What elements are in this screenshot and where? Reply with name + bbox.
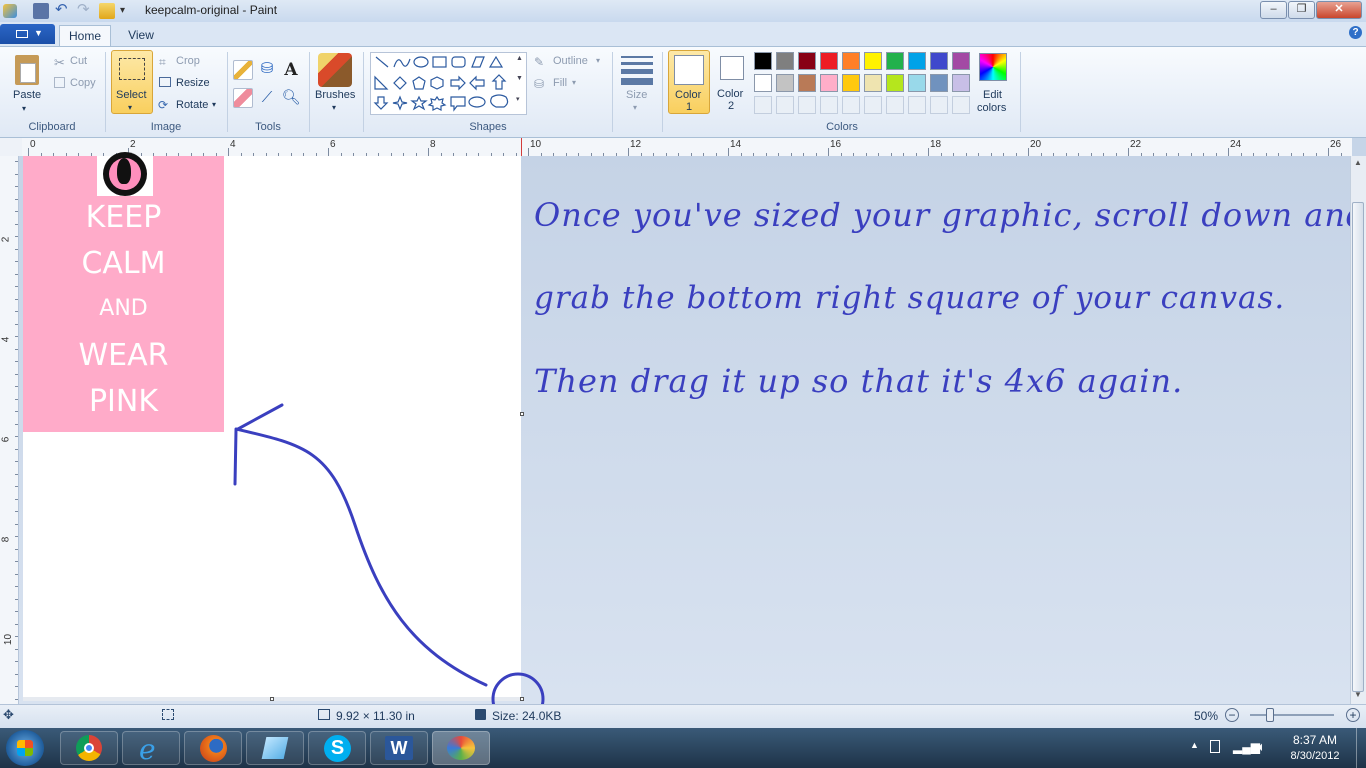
file-size-icon (475, 709, 486, 720)
volume-icon[interactable]: 🔈︎ (1258, 739, 1266, 755)
annotation-line-2: grab the bottom right square of your can… (534, 280, 1286, 316)
firefox-icon (200, 735, 227, 762)
start-button[interactable] (6, 730, 44, 766)
canvas-dimensions: 9.92 × 11.30 in (336, 709, 415, 723)
zoom-level: 50% (1194, 709, 1219, 723)
canvas-size-icon (318, 709, 330, 720)
chrome-icon (76, 735, 102, 761)
paint-icon (447, 736, 475, 760)
taskbar-word[interactable]: W (370, 731, 428, 765)
taskbar-internet-explorer[interactable]: e (122, 731, 180, 766)
taskbar-skype[interactable]: S (308, 731, 366, 765)
zoom-slider-track[interactable] (1250, 714, 1334, 716)
curved-arrow-shaft (234, 427, 488, 687)
chrome-center (84, 743, 94, 753)
taskbar-paint[interactable] (432, 731, 490, 765)
zoom-slider-thumb[interactable] (1266, 708, 1274, 722)
vertical-scrollbar[interactable]: ▲ ▼ (1350, 156, 1366, 704)
selection-size-icon (162, 709, 174, 720)
taskbar-notes[interactable] (246, 731, 304, 765)
word-icon: W (385, 736, 413, 760)
status-bar (0, 704, 1366, 728)
windows-logo-icon (17, 740, 33, 756)
notes-icon (261, 737, 289, 759)
scroll-up-icon[interactable]: ▲ (1354, 158, 1362, 167)
show-desktop-button[interactable] (1356, 728, 1366, 768)
file-size: Size: 24.0KB (492, 709, 562, 723)
taskbar-firefox[interactable] (184, 731, 242, 765)
cursor-position-icon: ✥ (3, 707, 14, 722)
scroll-down-icon[interactable]: ▼ (1354, 690, 1362, 699)
zoom-in-button[interactable]: + (1346, 708, 1360, 722)
network-signal-icon[interactable]: ▂▄▆ (1233, 740, 1260, 754)
clock-date[interactable]: 8/30/2012 (1282, 750, 1348, 762)
clock-time[interactable]: 8:37 AM (1282, 733, 1348, 747)
taskbar-chrome[interactable] (60, 731, 118, 765)
scrollbar-thumb[interactable] (1352, 202, 1364, 692)
zoom-out-button[interactable]: − (1225, 708, 1239, 722)
arrow-head-icon (233, 403, 284, 486)
show-hidden-icons-icon[interactable]: ▲ (1190, 740, 1199, 750)
battery-icon[interactable] (1210, 740, 1220, 753)
annotation-line-1: Once you've sized your graphic, scroll d… (534, 196, 1366, 234)
internet-explorer-icon: e (139, 733, 156, 766)
skype-icon: S (324, 735, 351, 762)
annotation-line-3: Then drag it up so that it's 4x6 again. (534, 362, 1184, 400)
